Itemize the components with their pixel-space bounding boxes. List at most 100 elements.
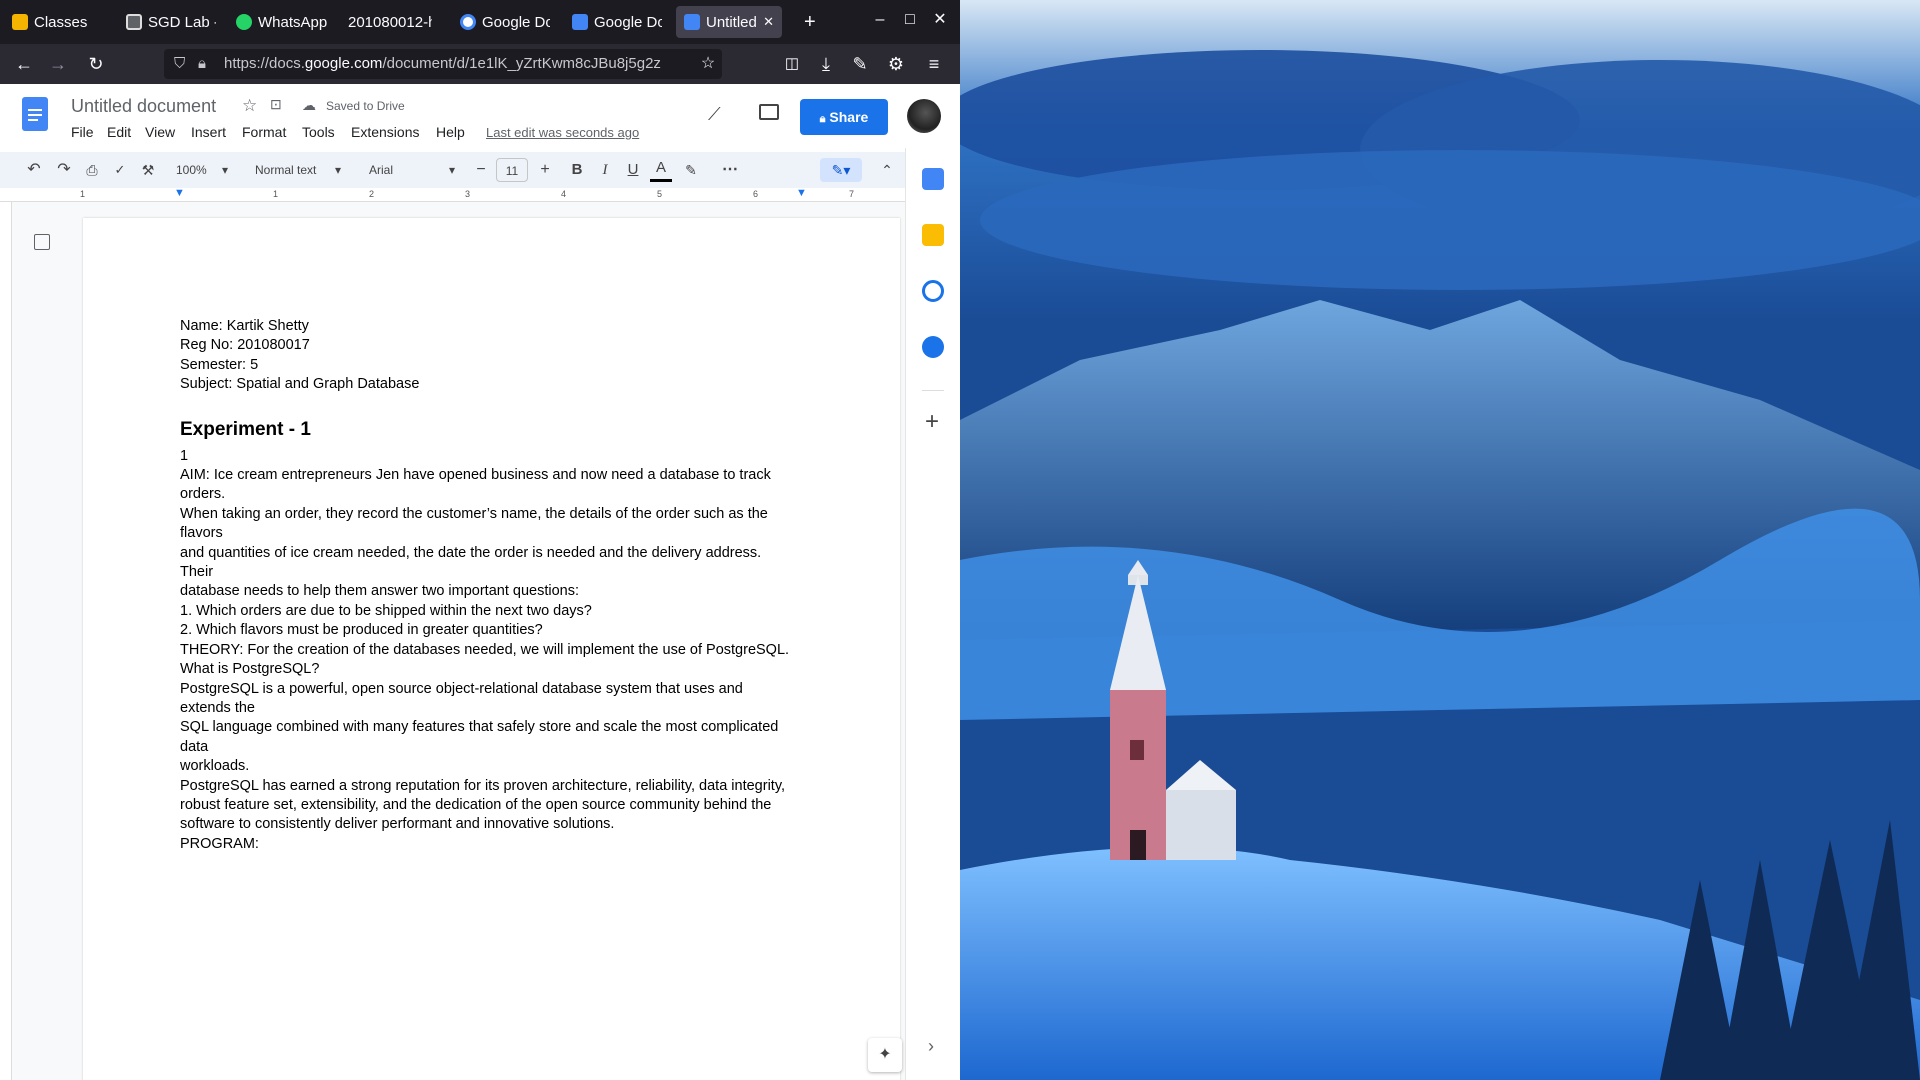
star-icon[interactable]: ☆ (242, 96, 257, 116)
increase-font-size-button[interactable]: + (534, 158, 556, 182)
underline-button[interactable]: U (622, 158, 644, 182)
document-body[interactable]: Name: Kartik Shetty Reg No: 201080017 Se… (180, 317, 820, 854)
maximize-button[interactable]: □ (900, 10, 920, 30)
menu-format[interactable]: Format (242, 124, 286, 140)
bookmark-star-icon[interactable]: ☆ (696, 52, 720, 76)
ruler-mark: 3 (465, 189, 471, 199)
tab-untitled-active[interactable]: Untitled ✕ (676, 6, 782, 38)
paint-format-icon[interactable]: ⚒ (136, 158, 160, 182)
minimize-button[interactable]: – (870, 10, 890, 30)
tasks-icon[interactable] (922, 280, 944, 302)
document-canvas: Name: Kartik Shetty Reg No: 201080017 Se… (0, 202, 905, 1080)
body-line: SQL language combined with many features… (180, 719, 779, 736)
menu-extensions[interactable]: Extensions (351, 124, 419, 140)
expand-panel-chevron-icon[interactable]: › (928, 1036, 934, 1057)
avatar[interactable] (907, 99, 941, 133)
menu-insert[interactable]: Insert (191, 124, 226, 140)
move-folder-icon[interactable]: ⊡ (270, 96, 282, 113)
zoom-select[interactable]: 100% ▾ (176, 158, 236, 182)
lock-icon[interactable]: 🔒︎ (198, 49, 206, 79)
add-addon-button[interactable]: + (925, 408, 939, 436)
left-indent-marker-icon[interactable]: ▼ (174, 187, 185, 199)
cloud-saved-icon: ☁ (302, 97, 316, 113)
tab-google-docs-2[interactable]: Google Do (564, 6, 670, 38)
document-title[interactable]: Untitled document (71, 96, 216, 117)
explore-sparkle-icon[interactable]: ✦ (868, 1038, 902, 1072)
tab-classes[interactable]: Classes (4, 6, 116, 38)
tab-bar: Classes SGD Lab - WhatsApp 201080012-h G… (0, 0, 960, 44)
back-arrow-icon[interactable]: ← (12, 52, 36, 76)
menu-hamburger-icon[interactable]: ≡ (922, 52, 946, 76)
calendar-icon[interactable] (922, 168, 944, 190)
url-bar[interactable]: ⛉ 🔒︎ https://docs.google.com/document/d/… (164, 49, 722, 79)
activity-trend-icon[interactable]: ⟋ (708, 104, 721, 125)
decrease-font-size-button[interactable]: − (470, 158, 492, 182)
reload-icon[interactable]: ↻ (84, 52, 108, 76)
outline-icon[interactable] (34, 234, 50, 250)
bold-button[interactable]: B (566, 158, 588, 182)
highlight-pen-icon[interactable]: ✎ (680, 158, 702, 182)
body-line: PostgreSQL is a powerful, open source ob… (180, 680, 743, 697)
tab-label: Untitled (706, 13, 757, 31)
url-domain: google.com (304, 55, 383, 72)
text-color-button[interactable]: A (650, 158, 672, 182)
docs-logo-icon[interactable] (22, 97, 48, 131)
tab-whatsapp[interactable]: WhatsApp (228, 6, 338, 38)
contacts-icon[interactable] (922, 336, 944, 358)
document-page[interactable]: Name: Kartik Shetty Reg No: 201080017 Se… (83, 218, 900, 1080)
style-select[interactable]: Normal text ▾ (255, 158, 347, 182)
zoom-value: 100% (176, 163, 207, 177)
font-size-input[interactable]: 11 (496, 158, 528, 182)
close-window-button[interactable]: ✕ (930, 10, 950, 30)
menu-edit[interactable]: Edit (107, 124, 131, 140)
url-suffix: /document/d/1e1lK_yZrtKwm8cJBu8j5g2z (382, 55, 661, 72)
new-tab-button[interactable]: + (796, 6, 824, 38)
more-options-icon[interactable]: ⋯ (718, 158, 742, 182)
right-indent-marker-icon[interactable]: ▼ (796, 187, 807, 199)
comments-icon[interactable] (759, 104, 779, 120)
chevron-down-icon: ▾ (335, 163, 342, 177)
forward-arrow-icon[interactable]: → (46, 52, 70, 76)
menu-file[interactable]: File (71, 124, 94, 140)
body-line: orders. (180, 486, 226, 503)
pocket-icon[interactable]: ◫ (780, 52, 804, 76)
docs-icon (684, 14, 700, 30)
style-value: Normal text (255, 163, 317, 177)
download-icon[interactable]: ⤓ (814, 52, 838, 76)
undo-icon[interactable]: ↶ (22, 158, 46, 182)
tab-label: Google Do (594, 13, 662, 31)
menu-help[interactable]: Help (436, 124, 465, 140)
body-line: 2. Which flavors must be produced in gre… (180, 622, 543, 639)
browser-window: Classes SGD Lab - WhatsApp 201080012-h G… (0, 0, 960, 1080)
body-line: flavors (180, 525, 223, 542)
ruler: 1 1 2 3 4 5 6 7 ▼ ▼ (0, 187, 905, 202)
body-line: database needs to help them answer two i… (180, 583, 579, 600)
menu-view[interactable]: View (145, 124, 175, 140)
spellcheck-icon[interactable]: ✓ (108, 158, 132, 182)
tab-label: Google Do (482, 13, 550, 31)
tab-201080012[interactable]: 201080012-h (340, 6, 440, 38)
shield-icon[interactable]: ⛉ (174, 49, 185, 79)
extension-icon[interactable]: ✎ (848, 52, 872, 76)
collapse-chevron-up-icon[interactable]: ⌃ (876, 158, 898, 182)
tab-label: 201080012-h (348, 13, 432, 31)
menu-tools[interactable]: Tools (302, 124, 335, 140)
body-line: PROGRAM: (180, 835, 259, 852)
tab-label: WhatsApp (258, 13, 328, 31)
tab-google-docs-1[interactable]: Google Do (452, 6, 558, 38)
google-g-icon (460, 14, 476, 30)
tab-sgd-lab[interactable]: SGD Lab - (118, 6, 224, 38)
last-edit-link[interactable]: Last edit was seconds ago (486, 125, 639, 140)
redo-icon[interactable]: ↷ (52, 158, 76, 182)
settings-gear-icon[interactable]: ⚙ (884, 52, 908, 76)
ruler-mark: 2 (369, 189, 375, 199)
editing-mode-button[interactable]: ✎▾ (820, 158, 862, 182)
font-select[interactable]: Arial ▾ (369, 158, 461, 182)
side-apps-panel: + › (905, 148, 960, 1080)
print-icon[interactable]: ⎙ (80, 158, 104, 182)
keep-icon[interactable] (922, 224, 944, 246)
close-tab-icon[interactable]: ✕ (763, 14, 774, 30)
share-button[interactable]: 🔒︎ Share (800, 99, 888, 135)
italic-button[interactable]: I (594, 158, 616, 182)
ruler-mark: 1 (273, 189, 279, 199)
